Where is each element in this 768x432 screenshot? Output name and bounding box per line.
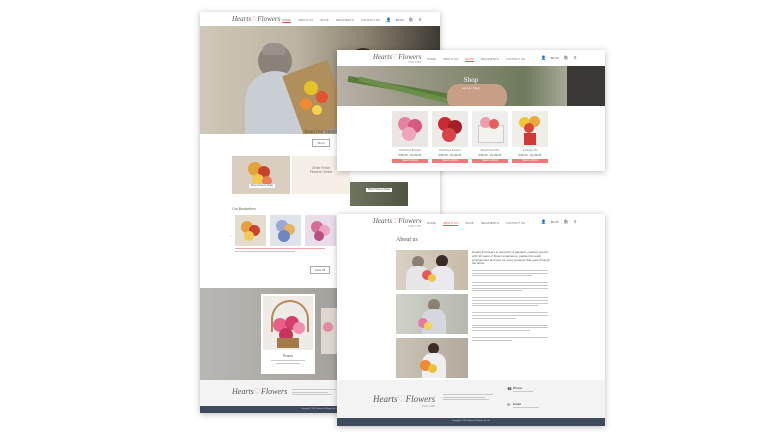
home-logo[interactable]: Hearts♡Flowers — [232, 15, 280, 23]
about-search-icon[interactable]: ⚲ — [574, 219, 577, 224]
shop-nav: HOME ABOUT US SHOP RECIPIENTS CONTACT US — [427, 57, 525, 62]
shop-page-window: Hearts♡Flowers FOR LIFE HOME ABOUT US SH… — [337, 50, 605, 171]
search-icon[interactable]: ⚲ — [419, 17, 422, 22]
about-header-icons: 👤 $0.00 🛍 ⚲ — [541, 219, 577, 224]
feature-card-image — [263, 296, 313, 350]
about-logo[interactable]: Hearts♡Flowers FOR LIFE — [373, 217, 421, 228]
shop-nav-contact[interactable]: CONTACT US — [506, 57, 525, 62]
feature-side-image — [321, 308, 337, 354]
about-footer: Hearts♡Flowers FOR LIFE ☎ Phone ✉ Email — [337, 380, 605, 418]
feature-card-title: Roses — [283, 354, 293, 358]
about-footer-logo[interactable]: Hearts♡Flowers FOR LIFE — [373, 394, 435, 408]
product-name-3[interactable]: Mixed Flower Box — [472, 149, 508, 152]
about-nav: HOME ABOUT US SHOP RECIPIENTS CONTACT US — [427, 221, 525, 226]
about-copyright-bar: Copyright © 2022 Hearts & Flowers for Li… — [337, 418, 605, 426]
home-footer-logo[interactable]: Hearts♡Flowers — [232, 387, 287, 396]
about-nav-recipients[interactable]: RECIPIENTS — [481, 221, 499, 226]
product-button-1[interactable]: Select options — [392, 159, 428, 163]
about-photo-1 — [396, 250, 468, 290]
shop-logo[interactable]: Hearts♡Flowers FOR LIFE — [373, 53, 421, 64]
about-body-text — [472, 270, 548, 342]
home-header: Hearts♡Flowers HOME ABOUT US SHOP RECIPI… — [200, 12, 440, 27]
shop-header: Hearts♡Flowers FOR LIFE HOME ABOUT US SH… — [337, 50, 605, 66]
home-card-button-1[interactable]: Shop Flowers Today — [249, 184, 275, 188]
about-nav-contact[interactable]: CONTACT US — [506, 221, 525, 226]
logo-text-a: Hearts — [232, 15, 252, 23]
product-price-1: R350.00 – R1,200.00 — [398, 154, 422, 157]
about-page-window: Hearts♡Flowers FOR LIFE HOME ABOUT US SH… — [337, 214, 605, 426]
email-label: Email — [513, 402, 522, 406]
home-footer-text — [292, 389, 336, 397]
about-cart-icon[interactable]: 🛍 — [564, 219, 569, 224]
shop-user-icon[interactable]: 👤 — [541, 55, 546, 60]
feature-card: Roses — [261, 294, 315, 374]
bestseller-image-3[interactable] — [305, 215, 336, 246]
about-footer-text — [443, 394, 493, 402]
slider-prev-icon[interactable]: ‹ — [230, 233, 231, 238]
product-price-3: R450.00 – R1,250.00 — [478, 154, 502, 157]
shop-search-icon[interactable]: ⚲ — [574, 55, 577, 60]
story-button[interactable]: Shop — [312, 139, 330, 147]
about-nav-about[interactable]: ABOUT US — [443, 221, 459, 226]
product-image-4[interactable] — [512, 111, 548, 147]
about-photo-3 — [396, 338, 468, 378]
about-heading: About us — [396, 237, 418, 243]
product-price-4: R400.00 – R1,350.00 — [518, 154, 542, 157]
shop-banner-title: Shop — [463, 76, 479, 84]
about-nav-shop[interactable]: SHOP — [465, 221, 474, 226]
shop-header-icons: 👤 $0.00 🛍 ⚲ — [541, 55, 577, 60]
about-header: Hearts♡Flowers FOR LIFE HOME ABOUT US SH… — [337, 214, 605, 230]
home-card-button-2[interactable]: Shop Flowers Today — [366, 188, 392, 192]
product-image-1[interactable] — [392, 111, 428, 147]
home-card-image-1: Shop Flowers Today — [232, 156, 290, 194]
about-intro: Hearts & Flowers is owned by a talented,… — [472, 250, 550, 266]
bestseller-image-2[interactable] — [270, 215, 301, 246]
phone-label: Phone — [513, 386, 523, 390]
phone-icon: ☎ — [507, 386, 512, 391]
shop-nav-about[interactable]: ABOUT US — [443, 57, 458, 62]
email-icon: ✉ — [507, 402, 511, 407]
product-price-2: R350.00 – R1,000.00 — [438, 154, 462, 157]
cart-amount[interactable]: $0.00 — [396, 18, 404, 22]
bestsellers-heading: Our Bestsellers — [232, 207, 256, 211]
logo-text-b: Flowers — [257, 15, 281, 23]
shop-cart-icon[interactable]: 🛍 — [564, 55, 569, 60]
nav-contact[interactable]: CONTACT US — [361, 18, 380, 23]
shop-banner: Shop Home / Shop — [337, 66, 605, 106]
nav-home[interactable]: HOME — [282, 18, 291, 23]
bestseller-image-1[interactable] — [235, 215, 266, 246]
about-footer-heart-icon: ♡ — [397, 394, 406, 404]
product-button-3[interactable]: Select options — [472, 159, 508, 163]
about-cart-amount[interactable]: $0.00 — [551, 220, 559, 224]
shop-nav-shop[interactable]: SHOP — [465, 57, 474, 62]
product-image-3[interactable] — [472, 111, 508, 147]
shop-cart-amount[interactable]: $0.00 — [551, 56, 559, 60]
home-nav: HOME ABOUT US SHOP RECIPIENTS CONTACT US — [282, 18, 380, 23]
home-card-image-2: Shop Flowers Today — [350, 182, 408, 206]
home-header-icons: 👤 $0.00 🛍 ⚲ — [386, 17, 422, 22]
product-name-1[interactable]: Pink Roses Bouquet — [392, 149, 428, 152]
about-user-icon[interactable]: 👤 — [541, 219, 546, 224]
cart-icon[interactable]: 🛍 — [409, 17, 414, 22]
nav-about[interactable]: ABOUT US — [298, 18, 313, 23]
product-name-2[interactable]: Red Roses Bouquet — [432, 149, 468, 152]
view-all-button[interactable]: View All — [310, 266, 330, 274]
about-photo-2 — [396, 294, 468, 334]
shop-nav-home[interactable]: HOME — [427, 57, 436, 62]
product-button-2[interactable]: Select options — [432, 159, 468, 163]
nav-recipients[interactable]: RECIPIENTS — [336, 18, 354, 23]
nav-shop[interactable]: SHOP — [320, 18, 329, 23]
product-name-4[interactable]: Sunflower Pot — [512, 149, 548, 152]
product-button-4[interactable]: Select options — [512, 159, 548, 163]
footer-heart-icon: ♡ — [253, 387, 261, 396]
product-image-2[interactable] — [432, 111, 468, 147]
shop-banner-breadcrumb: Home / Shop — [462, 86, 480, 90]
about-nav-home[interactable]: HOME — [427, 221, 436, 226]
user-icon[interactable]: 👤 — [386, 17, 391, 22]
bestseller-captions — [235, 248, 336, 253]
shop-nav-recipients[interactable]: RECIPIENTS — [481, 57, 499, 62]
home-card-tagline: Order Fresh Flowers Online — [309, 166, 333, 175]
